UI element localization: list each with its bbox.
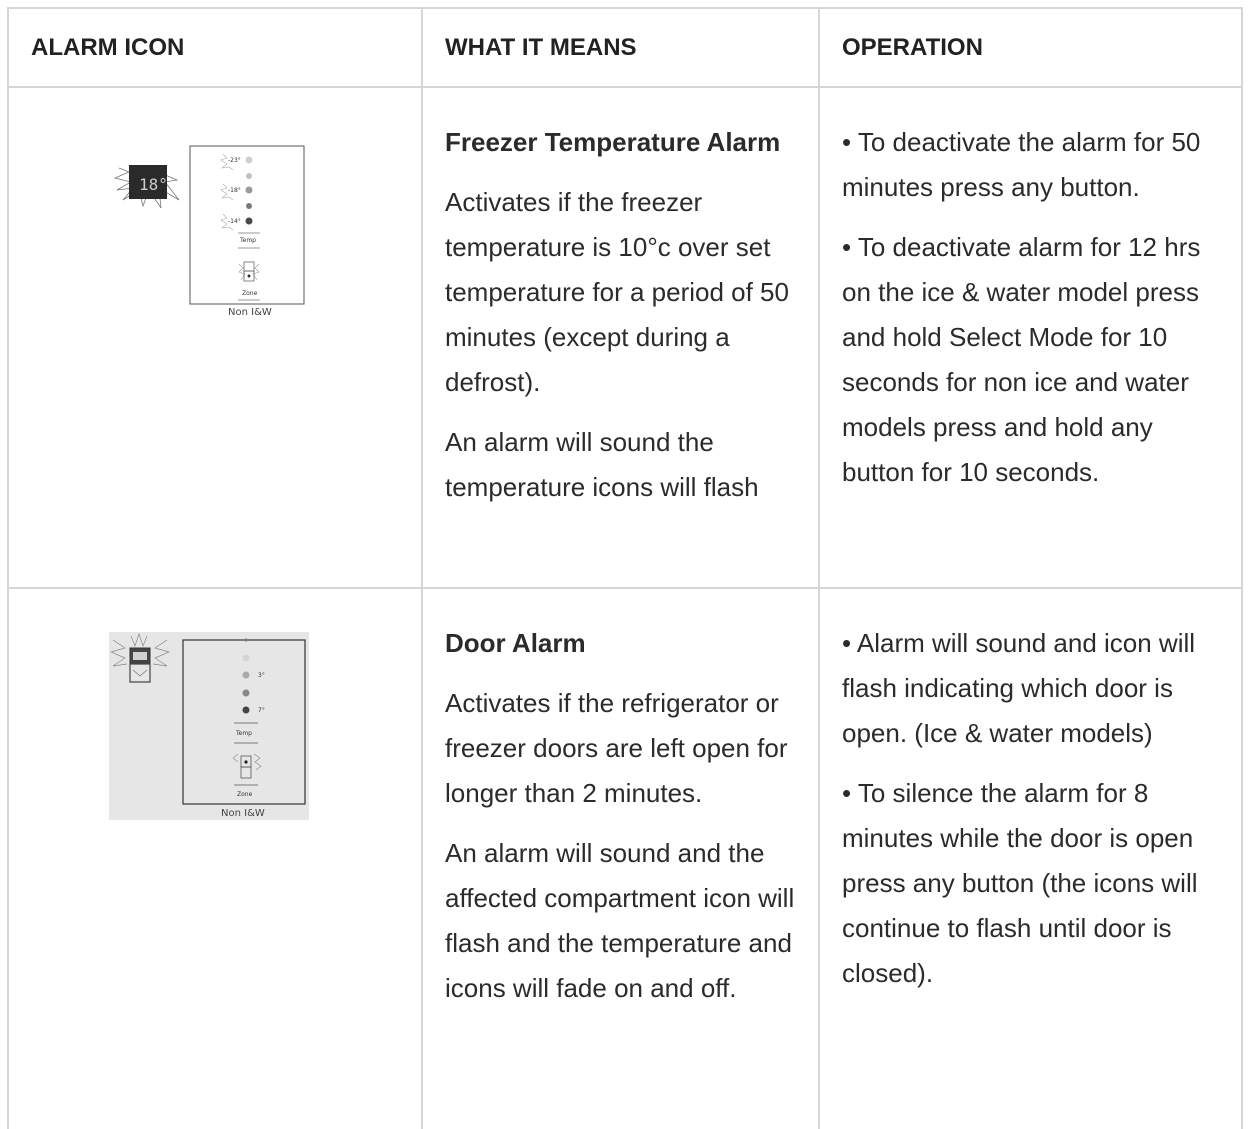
temp-dot-icon [245,217,253,225]
temp-label-1: -23° [228,157,241,164]
operation-paragraph: • Alarm will sound and icon will flash i… [842,628,1196,748]
illustration-caption: Non I&W [228,307,272,318]
temp-caption: Temp [239,237,256,244]
temp-dot-icon [242,654,250,662]
header-row: ALARM ICON WHAT IT MEANS OPERATION [7,7,1243,88]
control-panel [189,145,305,305]
alarm-title: Freezer Temperature Alarm [445,127,781,157]
operation-paragraph: • To deactivate the alarm for 50 minutes… [842,127,1201,202]
table-row: 3° 7° Temp Zone Non I&W Door Alarm Activ… [7,587,1243,1129]
zone-caption: Zone [237,791,253,798]
table-row: 18° -23° -18° -14° Temp Zone Non I&W Fre… [7,86,1243,589]
header-what-it-means: WHAT IT MEANS [421,7,820,88]
temp-dot-icon [246,173,252,179]
meaning-cell: Door Alarm Activates if the refrigerator… [421,587,820,1129]
meaning-paragraph: An alarm will sound and the affected com… [445,838,795,1003]
temp-dot-icon [245,186,253,194]
alarm-icon-cell: 18° -23° -18° -14° Temp Zone Non I&W [7,86,423,589]
temp-label-2: -18° [228,187,241,194]
temp-label-3: -14° [228,218,241,225]
operation-paragraph: • To deactivate alarm for 12 hrs on the … [842,232,1201,487]
meaning-paragraph: An alarm will sound the temperature icon… [445,427,759,502]
door-alarm-illustration: 3° 7° Temp Zone Non I&W [109,632,309,820]
temp-dot-icon [242,706,250,714]
operation-paragraph: • To silence the alarm for 8 minutes whi… [842,778,1198,988]
meaning-cell: Freezer Temperature Alarm Activates if t… [421,86,820,589]
alarm-title: Door Alarm [445,628,586,658]
temp-dot-icon [245,156,253,164]
freezer-alarm-illustration: 18° -23° -18° -14° Temp Zone Non I&W [113,145,305,318]
alarm-table: ALARM ICON WHAT IT MEANS OPERATION 18° -… [7,7,1243,1129]
temp-label-2: 7° [258,707,265,714]
temp-dot-icon [246,203,252,209]
operation-cell: • Alarm will sound and icon will flash i… [818,587,1243,1129]
temp-dot-icon [242,689,250,697]
meaning-paragraph: Activates if the refrigerator or freezer… [445,688,788,808]
temp-caption: Temp [235,730,252,737]
header-operation: OPERATION [818,7,1243,88]
alarm-icon-cell: 3° 7° Temp Zone Non I&W [7,587,423,1129]
temp-label-1: 3° [258,672,265,679]
operation-cell: • To deactivate the alarm for 50 minutes… [818,86,1243,589]
header-alarm-icon: ALARM ICON [7,7,423,88]
illustration-caption: Non I&W [221,808,265,819]
temp-dot-icon [242,671,250,679]
control-panel [182,639,306,805]
zone-caption: Zone [242,290,258,297]
display-temp: 18° [139,175,168,194]
meaning-paragraph: Activates if the freezer temperature is … [445,187,789,397]
